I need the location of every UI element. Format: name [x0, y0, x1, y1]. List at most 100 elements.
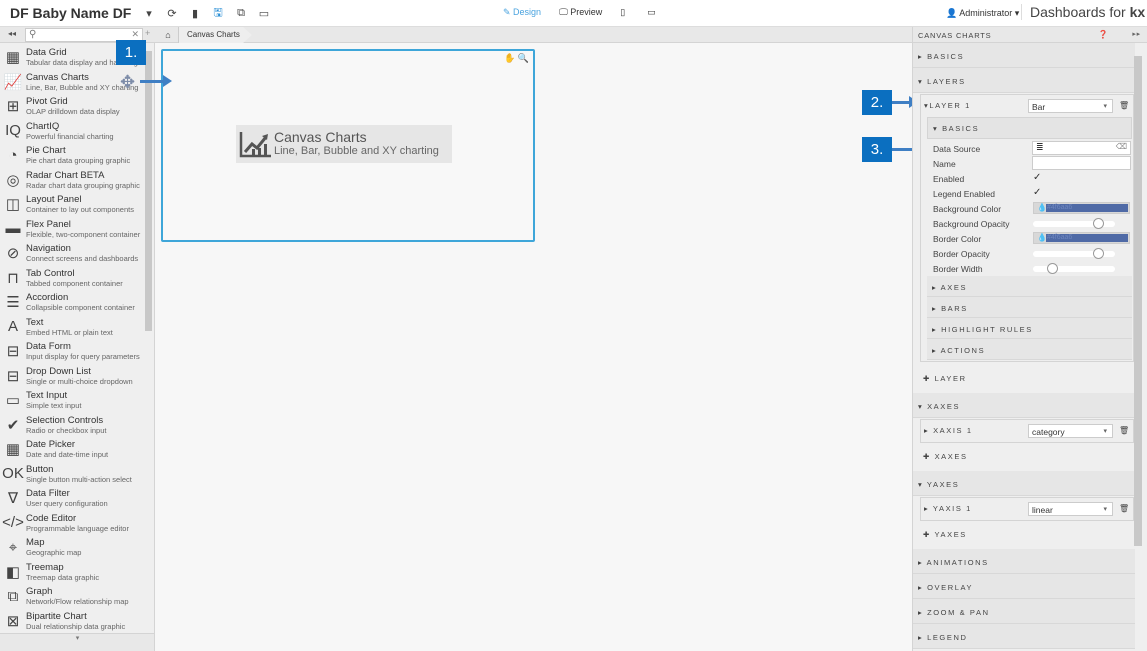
sidebar-item-treemap[interactable]: ◧ Treemap Treemap data graphic [0, 560, 143, 584]
sidebar-item-radar-chart-beta[interactable]: ◎ Radar Chart BETA Radar chart data groupi… [0, 168, 143, 192]
sidebar-item-accordion[interactable]: ☰ Accordion Collapsible component containe… [0, 290, 143, 314]
layer-type-select[interactable]: Bar ▾ [1028, 99, 1113, 113]
sidebar-item-bipartite-chart[interactable]: ⊠ Bipartite Chart Dual relationship data g… [0, 609, 143, 633]
sidebar-scrollbar[interactable] [145, 51, 152, 331]
section-bars[interactable]: ▸ BARS [927, 297, 1132, 318]
yaxis-1-toggle[interactable]: ▸ YAXIS 1 [924, 504, 972, 513]
preview-mode-button[interactable]: 🖵 Preview [559, 7, 606, 18]
sidebar-item-name: Drop Down List [26, 365, 91, 377]
sidebar-item-name: Graph [26, 586, 53, 597]
delete-yaxis-icon[interactable]: 🗑 [1119, 504, 1129, 513]
sidebar-item-drop-down-list[interactable]: ⊟ Drop Down List Single or multi-choice dr… [0, 364, 143, 388]
border-width-slider[interactable] [1033, 263, 1115, 274]
eraser-icon[interactable]: ⌫ [1116, 142, 1127, 151]
home-icon[interactable]: ⌂ [158, 30, 178, 40]
legend-enabled-checkbox[interactable]: ✓ [1033, 187, 1041, 198]
xaxis-type-select[interactable]: category ▾ [1028, 424, 1113, 438]
user-menu[interactable]: 👤 Administrator ▾ [946, 8, 1019, 19]
sidebar-item-data-form[interactable]: ⊟ Data Form Input display for query parame… [0, 339, 143, 363]
section-animations[interactable]: ▸ ANIMATIONS [913, 549, 1135, 574]
add-xaxes-button[interactable]: ✚ XAXES [923, 452, 968, 461]
sidebar-item-graph[interactable]: ⧉ Graph Network/Flow relationship map [0, 584, 143, 608]
yaxis-type-select[interactable]: linear ▾ [1028, 502, 1113, 516]
sidebar-item-pivot-grid[interactable]: ⊞ Pivot Grid OLAP drilldown data display [0, 94, 143, 118]
sidebar-item-code-editor[interactable]: </> Code Editor Programmable language edit… [0, 511, 143, 535]
name-label: Name [933, 159, 956, 169]
section-basics[interactable]: ▸ BASICS [913, 43, 1135, 68]
collapse-sidebar-icon[interactable]: ◂◂ [8, 29, 16, 38]
sidebar-item-data-filter[interactable]: ∇ Data Filter User query configuration [0, 486, 143, 510]
section-highlight-rules[interactable]: ▸ HIGHLIGHT RULES [927, 318, 1132, 339]
data-source-input[interactable]: ≣ ⌫ [1032, 141, 1131, 155]
dashboard-canvas[interactable]: ✋ 🔍 Canvas Charts Line, Bar, Bubble and … [155, 43, 912, 651]
add-layer-button[interactable]: ✚ LAYER [923, 374, 967, 383]
delete-xaxis-icon[interactable]: 🗑 [1119, 426, 1129, 435]
add-component-icon[interactable]: + [145, 28, 150, 38]
xaxis-1-toggle[interactable]: ▸ XAXIS 1 [924, 426, 973, 435]
section-axes-label: AXES [940, 283, 968, 292]
sidebar-item-desc: Date and date-time input [26, 450, 109, 459]
layer-basics-toggle[interactable]: ▾ BASICS [933, 124, 979, 133]
text-input-icon: ▭ [5, 392, 21, 409]
desktop-view-icon[interactable]: ▭ [647, 7, 656, 18]
section-axes[interactable]: ▸ AXES [927, 276, 1132, 297]
help-icon[interactable]: ❓ [1098, 30, 1109, 39]
sidebar-item-name: Pie Chart [26, 145, 66, 156]
sidebar-item-date-picker[interactable]: ▦ Date Picker Date and date-time input [0, 437, 143, 461]
copy-icon[interactable]: ⧉ [232, 4, 250, 22]
section-overlay[interactable]: ▸ OVERLAY [913, 574, 1135, 599]
refresh-icon[interactable]: ⟳ [163, 4, 181, 22]
border-opacity-slider[interactable] [1033, 248, 1115, 259]
sidebar-item-name: Layout Panel [26, 194, 82, 205]
section-zoom-pan[interactable]: ▸ ZOOM & PAN [913, 599, 1135, 624]
layout-panel-icon: ◫ [5, 196, 21, 213]
settings-icon[interactable]: ▭ [255, 4, 273, 22]
properties-title: CANVAS CHARTS [918, 31, 992, 40]
border-color-picker[interactable]: 💧 #4f6aa6 [1033, 232, 1130, 244]
new-document-icon[interactable]: ▮ [186, 4, 204, 22]
section-legend[interactable]: ▸ LEGEND [913, 624, 1135, 649]
sidebar-scroll-down[interactable]: ▾ [0, 633, 154, 651]
layer-1-toggle[interactable]: ▾LAYER 1 [924, 101, 971, 110]
section-yaxes[interactable]: ▾ YAXES [913, 471, 1135, 496]
sidebar-item-navigation[interactable]: ⊘ Navigation Connect screens and dashboard… [0, 241, 143, 265]
sidebar-item-pie-chart[interactable]: ◔ Pie Chart Pie chart data grouping graphi… [0, 143, 143, 167]
border-opacity-label: Border Opacity [933, 249, 990, 259]
background-color-value: #4f6aa6 [1046, 204, 1128, 212]
sidebar-item-chartiq[interactable]: IQ ChartIQ Powerful financial charting [0, 119, 143, 143]
pan-hand-icon[interactable]: ✋ [504, 53, 515, 63]
xaxis-1-label: XAXIS 1 [933, 426, 973, 435]
collapse-panel-icon[interactable]: ▸▸ [1132, 30, 1141, 38]
add-yaxes-button[interactable]: ✚ YAXES [923, 530, 967, 539]
section-layers[interactable]: ▾ LAYERS [913, 68, 1135, 93]
canvas-charts-widget[interactable]: ✋ 🔍 Canvas Charts Line, Bar, Bubble and … [161, 49, 535, 242]
background-color-picker[interactable]: 💧 #4f6aa6 [1033, 202, 1130, 214]
background-opacity-label: Background Opacity [933, 219, 1010, 229]
properties-scrollbar[interactable] [1134, 56, 1142, 546]
sidebar-item-desc: Radar chart data grouping graphic [26, 180, 140, 190]
sidebar-item-desc: Single button multi-action select [26, 474, 132, 484]
clear-search-icon[interactable]: ✕ [131, 29, 139, 40]
enabled-checkbox[interactable]: ✓ [1033, 172, 1041, 183]
sidebar-item-button[interactable]: OK Button Single button multi-action selec… [0, 462, 143, 486]
zoom-icon[interactable]: 🔍 [518, 53, 529, 63]
delete-layer-icon[interactable]: 🗑 [1119, 101, 1129, 110]
sidebar-item-flex-panel[interactable]: ▬ Flex Panel Flexible, two-component conta… [0, 217, 143, 241]
sidebar-item-selection-controls[interactable]: ✔ Selection Controls Radio or checkbox inp… [0, 413, 143, 437]
save-icon[interactable]: 🖫 [209, 4, 227, 22]
section-xaxes[interactable]: ▾ XAXES [913, 393, 1135, 418]
sidebar-item-text[interactable]: A Text Embed HTML or plain text [0, 315, 143, 339]
breadcrumb-item[interactable]: Canvas Charts [178, 27, 252, 43]
name-input[interactable] [1032, 156, 1131, 170]
background-opacity-slider[interactable] [1033, 218, 1115, 229]
design-mode-button[interactable]: ✎ Design [503, 7, 545, 18]
tablet-view-icon[interactable]: ▯ [620, 7, 625, 18]
sidebar-item-desc: Radio or checkbox input [26, 425, 107, 435]
sidebar-item-text-input[interactable]: ▭ Text Input Simple text input [0, 388, 143, 412]
section-actions[interactable]: ▸ ACTIONS [927, 339, 1132, 360]
sidebar-item-map[interactable]: ⌖ Map Geographic map [0, 535, 143, 559]
dashboard-dropdown-caret-icon[interactable]: ▾ [140, 4, 158, 22]
sidebar-item-name: Map [26, 537, 45, 548]
sidebar-item-tab-control[interactable]: ⊓ Tab Control Tabbed component container [0, 266, 143, 290]
sidebar-item-layout-panel[interactable]: ◫ Layout Panel Container to lay out compon… [0, 192, 143, 216]
